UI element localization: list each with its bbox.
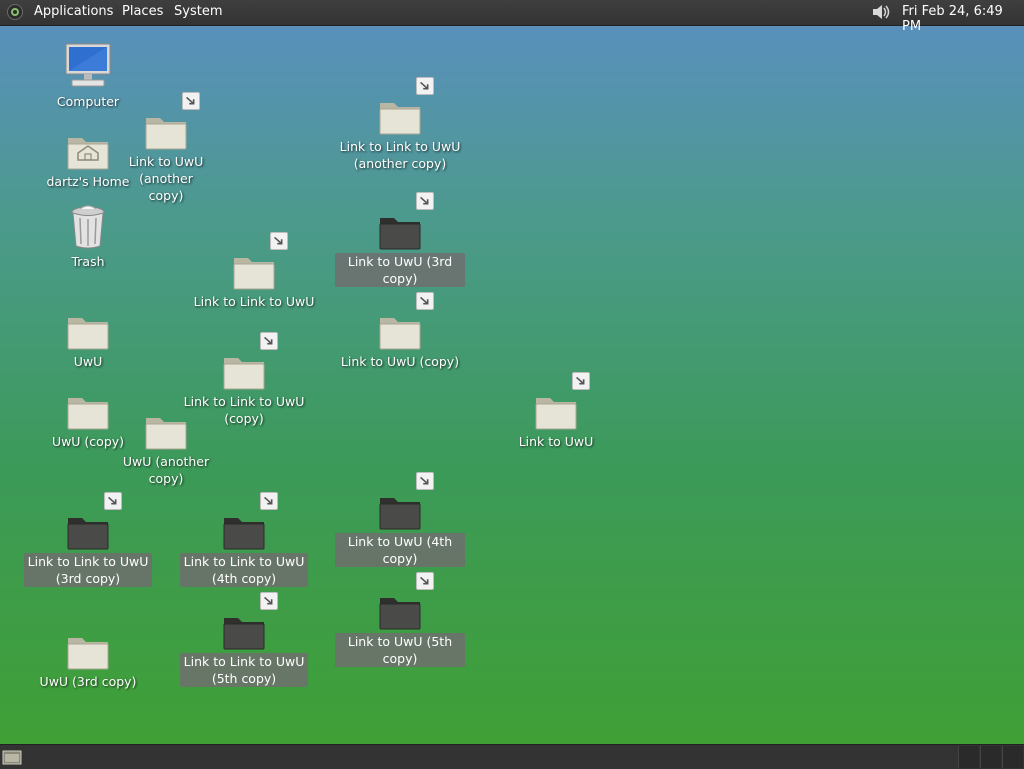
link-link-uwu-label: Link to Link to UwU [193, 294, 315, 309]
link-link-uwu-4th-copy-label: Link to Link to UwU (4th copy) [179, 553, 309, 587]
link-arrow-icon [260, 332, 278, 350]
link-arrow-icon [182, 92, 200, 110]
system-menu[interactable]: System [174, 4, 222, 19]
link-uwu-copy-label: Link to UwU (copy) [340, 354, 460, 369]
link-arrow-icon [416, 292, 434, 310]
uwu-3rd-copy-label: UwU (3rd copy) [39, 674, 137, 689]
folder-link-icon [376, 292, 434, 350]
folder-link-icon [220, 492, 278, 550]
workspace-2[interactable] [980, 746, 1001, 768]
folder-link-icon [532, 372, 590, 430]
link-arrow-icon [260, 592, 278, 610]
link-link-uwu-5th-copy[interactable]: Link to Link to UwU (5th copy) [179, 592, 309, 687]
workspace-3[interactable] [1002, 746, 1023, 768]
trash-desktop-icon[interactable]: Trash [23, 205, 153, 270]
link-uwu[interactable]: Link to UwU [491, 372, 621, 450]
link-uwu-5th-copy[interactable]: Link to UwU (5th copy) [335, 572, 465, 667]
link-arrow-icon [416, 572, 434, 590]
link-link-uwu-another-copy[interactable]: Link to Link to UwU (another copy) [335, 77, 465, 172]
folder-link-icon [220, 332, 278, 390]
link-arrow-icon [260, 492, 278, 510]
computer-icon [64, 43, 112, 90]
volume-icon[interactable] [870, 3, 892, 21]
link-uwu-label: Link to UwU [518, 434, 594, 449]
top-panel: Applications Places System Fri Feb 24, 6… [0, 0, 1024, 34]
link-link-uwu-4th-copy[interactable]: Link to Link to UwU (4th copy) [179, 492, 309, 587]
uwu-3rd-copy-folder[interactable]: UwU (3rd copy) [23, 626, 153, 690]
trash-label: Trash [71, 254, 105, 269]
link-link-uwu-3rd-copy[interactable]: Link to Link to UwU (3rd copy) [23, 492, 153, 587]
link-uwu-another-copy[interactable]: Link to UwU (another copy) [101, 92, 231, 204]
places-menu[interactable]: Places [122, 4, 163, 19]
link-link-uwu[interactable]: Link to Link to UwU [189, 232, 319, 310]
link-link-uwu-3rd-copy-label: Link to Link to UwU (3rd copy) [23, 553, 153, 587]
uwu-label: UwU [73, 354, 103, 369]
folder-link-icon [230, 232, 288, 290]
link-link-uwu-another-copy-label: Link to Link to UwU (another copy) [339, 139, 461, 171]
link-arrow-icon [416, 77, 434, 95]
link-arrow-icon [416, 192, 434, 210]
folder-link-icon [376, 192, 434, 250]
link-uwu-4th-copy-label: Link to UwU (4th copy) [335, 533, 465, 567]
link-uwu-3rd-copy-label: Link to UwU (3rd copy) [335, 253, 465, 287]
link-uwu-4th-copy[interactable]: Link to UwU (4th copy) [335, 472, 465, 567]
link-uwu-another-copy-label: Link to UwU (another copy) [128, 154, 204, 203]
link-arrow-icon [270, 232, 288, 250]
link-uwu-3rd-copy[interactable]: Link to UwU (3rd copy) [335, 192, 465, 287]
workspace-1[interactable] [958, 746, 979, 768]
folder-link-icon [376, 572, 434, 630]
uwu-folder[interactable]: UwU [23, 306, 153, 370]
bottom-panel [0, 744, 1024, 769]
folder-link-icon [64, 492, 122, 550]
folder-link-icon [376, 472, 434, 530]
uwu-another-copy-label: UwU (another copy) [122, 454, 210, 486]
folder-link-icon [376, 77, 434, 135]
computer-desktop-icon[interactable]: Computer [23, 43, 153, 110]
link-link-uwu-copy[interactable]: Link to Link to UwU (copy) [179, 332, 309, 427]
clock[interactable]: Fri Feb 24, 6:49 PM [902, 4, 1024, 34]
link-uwu-copy[interactable]: Link to UwU (copy) [335, 292, 465, 370]
folder-link-icon [142, 92, 200, 150]
link-uwu-5th-copy-label: Link to UwU (5th copy) [335, 633, 465, 667]
link-arrow-icon [416, 472, 434, 490]
mint-logo-icon[interactable] [7, 4, 23, 20]
folder-link-icon [220, 592, 278, 650]
folder-icon [64, 306, 112, 350]
trash-icon [64, 205, 112, 250]
link-link-uwu-5th-copy-label: Link to Link to UwU (5th copy) [179, 653, 309, 687]
folder-icon [64, 626, 112, 670]
link-link-uwu-copy-label: Link to Link to UwU (copy) [183, 394, 305, 426]
applications-menu[interactable]: Applications [34, 4, 113, 19]
link-arrow-icon [572, 372, 590, 390]
link-arrow-icon [104, 492, 122, 510]
show-desktop-icon[interactable] [2, 748, 22, 766]
